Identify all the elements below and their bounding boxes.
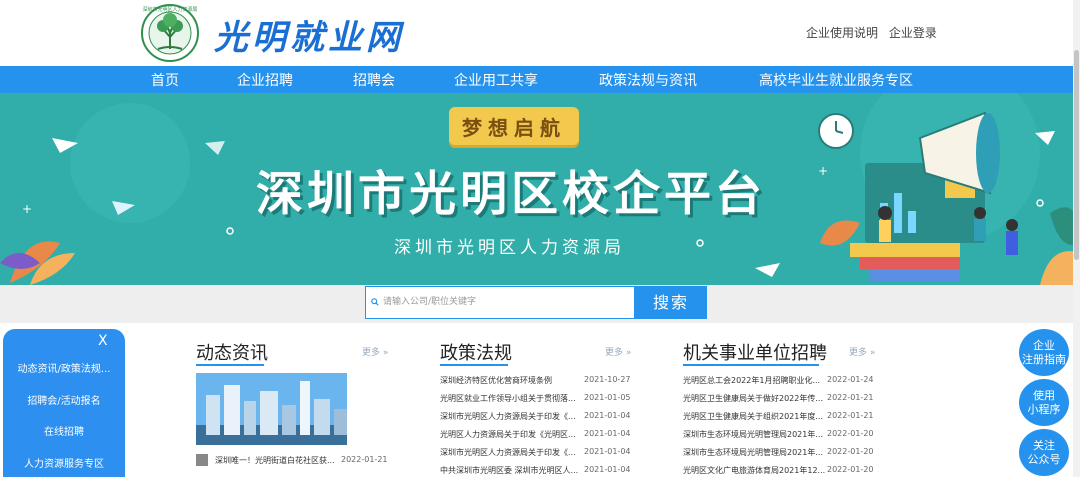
news-featured-title[interactable]: 深圳唯一！光明街道白花社区获...	[215, 455, 335, 466]
policy-row-title[interactable]: 深圳市光明区人力资源局关于印发《...	[440, 447, 576, 458]
job-row-date: 2022-01-20	[827, 465, 874, 474]
job-row-date: 2022-01-21	[827, 411, 874, 420]
section-title-policy[interactable]: 政策法规	[440, 339, 512, 365]
nav-item-home[interactable]: 首页	[151, 70, 179, 90]
policy-row-date: 2021-01-04	[584, 465, 631, 474]
left-menu-item-job-fair[interactable]: 招聘会/活动报名	[3, 392, 125, 407]
section-underline	[440, 364, 508, 366]
more-link-news[interactable]: 更多 »	[362, 345, 388, 358]
policy-row-title[interactable]: 光明区就业工作领导小组关于贯彻落...	[440, 393, 576, 404]
policy-row-title[interactable]: 光明区人力资源局关于印发《光明区...	[440, 429, 576, 440]
job-row-title[interactable]: 深圳市生态环境局光明管理局2021年...	[683, 447, 823, 458]
section-underline	[196, 364, 264, 366]
hero-banner[interactable]: + + 梦想启航 深圳市光明区校企平台 深圳市光明区人力资源局	[0, 93, 1080, 285]
job-row-title[interactable]: 深圳市生态环境局光明管理局2021年...	[683, 429, 823, 440]
float-button-label-line: 企业	[1033, 338, 1055, 352]
policy-row-date: 2021-01-04	[584, 411, 631, 420]
float-button-label-line: 小程序	[1027, 402, 1061, 416]
job-row-title[interactable]: 光明区文化广电旅游体育局2021年12...	[683, 465, 825, 476]
header-link-usage-guide[interactable]: 企业使用说明	[806, 26, 878, 40]
logo-emblem-ring-text: 深圳市光明区人力资源局	[142, 6, 197, 13]
policy-row-title[interactable]: 深圳市光明区人力资源局关于印发《...	[440, 411, 576, 422]
policy-row-date: 2021-10-27	[584, 375, 631, 384]
banner-subtitle: 深圳市光明区人力资源局	[394, 238, 625, 258]
job-row-title[interactable]: 光明区卫生健康局关于做好2022年传...	[683, 393, 823, 404]
news-featured-image[interactable]	[196, 373, 347, 445]
page: 深圳市光明区人力资源局 光明就业网 企业使用说明 企业登录 首页 企业招聘 招聘…	[0, 0, 1080, 477]
news-item-thumb	[196, 454, 208, 466]
job-row-date: 2022-01-21	[827, 393, 874, 402]
more-link-policy[interactable]: 更多 »	[605, 345, 631, 358]
site-logo-text[interactable]: 光明就业网	[214, 10, 404, 59]
banner-title: 深圳市光明区校企平台	[256, 167, 766, 222]
section-title-news[interactable]: 动态资讯	[196, 339, 268, 365]
float-button-label-line: 使用	[1033, 388, 1055, 402]
float-button-label-line: 注册指南	[1022, 352, 1066, 366]
header-links: 企业使用说明 企业登录	[806, 24, 944, 41]
svg-text:+: +	[818, 164, 828, 178]
left-menu-item-online-recruit[interactable]: 在线招聘	[3, 423, 125, 438]
policy-row-date: 2021-01-05	[584, 393, 631, 402]
logo-emblem-icon[interactable]: 深圳市光明区人力资源局	[138, 3, 202, 63]
nav-item-labor-sharing[interactable]: 企业用工共享	[454, 70, 538, 90]
banner-carousel-dots[interactable]	[523, 274, 547, 285]
policy-row-title[interactable]: 中共深圳市光明区委 深圳市光明区人...	[440, 465, 578, 476]
nav-item-policy-news[interactable]: 政策法规与资讯	[599, 70, 697, 90]
job-row-date: 2022-01-20	[827, 447, 874, 456]
close-icon[interactable]: X	[98, 333, 108, 349]
nav-item-graduate-zone[interactable]: 高校毕业生就业服务专区	[759, 70, 913, 90]
float-button-wechat-account[interactable]: 关注 公众号	[1019, 429, 1069, 476]
left-float-menu: X 动态资讯/政策法规... 招聘会/活动报名 在线招聘 人力资源服务专区	[3, 329, 125, 477]
job-row-title[interactable]: 光明区卫生健康局关于组织2021年度...	[683, 411, 823, 422]
section-underline	[683, 364, 819, 366]
banner-tag: 梦想启航	[449, 107, 579, 145]
float-button-label-line: 关注	[1033, 438, 1055, 452]
search-input[interactable]: 请输入公司/职位关键字	[365, 286, 635, 319]
search-button[interactable]: 搜索	[635, 286, 707, 319]
job-row-title[interactable]: 光明区总工会2022年1月招聘职业化...	[683, 375, 820, 386]
news-featured-date: 2022-01-21	[341, 455, 388, 464]
nav-item-company-recruit[interactable]: 企业招聘	[237, 70, 293, 90]
more-link-gov-jobs[interactable]: 更多 »	[849, 345, 875, 358]
left-menu-item-news-policy[interactable]: 动态资讯/政策法规...	[3, 360, 125, 375]
main-nav: 首页 企业招聘 招聘会 企业用工共享 政策法规与资讯 高校毕业生就业服务专区	[0, 66, 1080, 93]
float-button-register-guide[interactable]: 企业 注册指南	[1019, 329, 1069, 376]
svg-text:+: +	[22, 202, 32, 216]
policy-row-title[interactable]: 深圳经济特区优化营商环境条例	[440, 375, 552, 386]
header-link-company-login[interactable]: 企业登录	[889, 26, 937, 40]
policy-row-date: 2021-01-04	[584, 429, 631, 438]
search-icon	[371, 298, 379, 306]
nav-item-job-fair[interactable]: 招聘会	[353, 70, 395, 90]
policy-row-date: 2021-01-04	[584, 447, 631, 456]
site-header: 深圳市光明区人力资源局 光明就业网 企业使用说明 企业登录	[0, 0, 1080, 66]
job-row-date: 2022-01-24	[827, 375, 874, 384]
left-menu-item-hr-service[interactable]: 人力资源服务专区	[3, 455, 125, 470]
job-row-date: 2022-01-20	[827, 429, 874, 438]
scrollbar-thumb[interactable]	[1074, 50, 1079, 260]
float-button-label-line: 公众号	[1027, 452, 1061, 466]
float-button-mini-program[interactable]: 使用 小程序	[1019, 379, 1069, 426]
section-title-gov-jobs[interactable]: 机关事业单位招聘	[683, 339, 827, 365]
